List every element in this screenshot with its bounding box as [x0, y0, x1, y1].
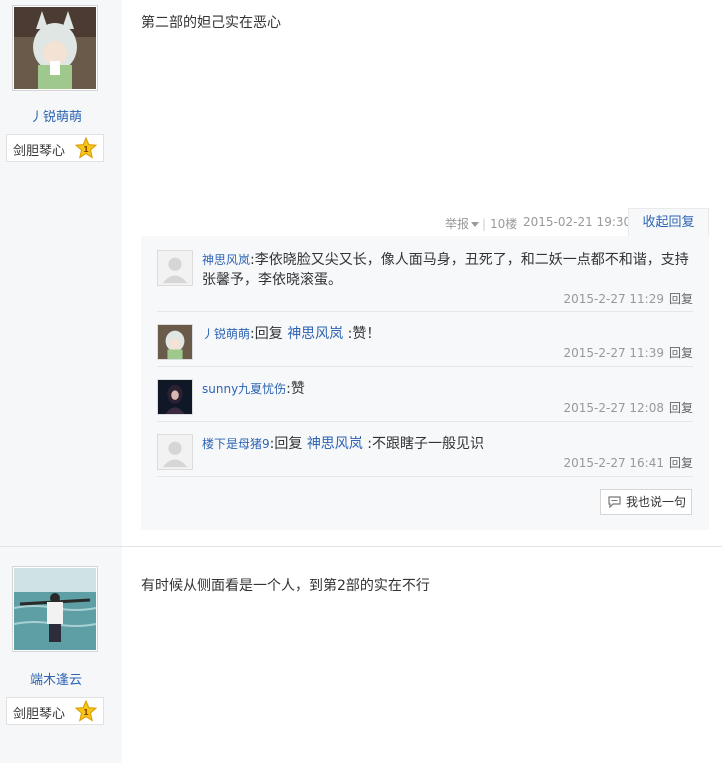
post-floor-10: 丿锐萌萌 剑胆琴心 1 第二部的妲己实在恶心 举报 | 10楼 2015-02-2… [0, 0, 722, 546]
badge-level: 1 [83, 708, 89, 717]
reply-divider [157, 476, 693, 477]
post-tail: 举报 | 10楼 2015-02-21 19:30 收起回复 [420, 208, 709, 236]
member-badge[interactable]: 剑胆琴心 1 [6, 697, 104, 725]
reply-body: sunny九夏忧伤:赞 [202, 381, 305, 397]
post-content: 有时候从侧面看是一个人，到第2部的实在不行 [141, 578, 430, 594]
reply-button[interactable]: 回复 [669, 456, 693, 470]
reply-body: 楼下是母猪9:回复 神思风岚 :不跟瞎子一般见识 [202, 436, 484, 452]
reply-text: 李依晓脸又尖又长，像人面马身，丑死了，和二妖一点都不和谐，支持张馨予，李依晓滚蛋… [202, 252, 689, 288]
reply-time: 2015-2-27 12:08 [563, 401, 664, 415]
reply-time: 2015-2-27 16:41 [563, 456, 664, 470]
member-badge[interactable]: 剑胆琴心 1 [6, 134, 104, 162]
post-time: 2015-02-21 19:30 [523, 215, 632, 229]
reply-prefix: 回复 [254, 326, 283, 342]
post-content: 第二部的妲己实在恶心 [141, 15, 281, 31]
reply-time: 2015-2-27 11:39 [563, 346, 664, 360]
reply-text: :赞！ [347, 326, 381, 342]
reply-user[interactable]: sunny九夏忧伤 [202, 382, 286, 396]
anime-avatar-image [14, 7, 96, 89]
author-name[interactable]: 丿锐萌萌 [0, 106, 112, 125]
star-level-icon: 1 [75, 137, 97, 159]
post-floor-11: 端木逢云 剑胆琴心 1 有时候从侧面看是一个人，到第2部的实在不行 [0, 547, 722, 763]
reply-meta: 2015-2-27 11:29 回复 [563, 290, 693, 307]
reply-text: 赞 [290, 381, 305, 397]
default-avatar-icon[interactable] [157, 434, 193, 470]
badge-name: 剑胆琴心 [13, 144, 66, 159]
badge-name: 剑胆琴心 [13, 707, 66, 722]
reply-panel: 神思风岚:李依晓脸又尖又长，像人面马身，丑死了，和二妖一点都不和谐，支持张馨予，… [141, 236, 709, 530]
add-comment-label: 我也说一句 [626, 495, 687, 509]
reply-time: 2015-2-27 11:29 [563, 292, 664, 306]
reply-ref-user[interactable]: 神思风岚 [307, 436, 363, 452]
reply-divider [157, 311, 693, 312]
reply-user[interactable]: 神思风岚 [202, 253, 250, 267]
reply-meta: 2015-2-27 12:08 回复 [563, 399, 693, 416]
comment-icon [608, 496, 621, 508]
badge-level: 1 [83, 145, 89, 154]
floor-number: 10楼 [490, 217, 518, 231]
reply-divider [157, 421, 693, 422]
reply-button[interactable]: 回复 [669, 292, 693, 306]
reply-meta: 2015-2-27 11:39 回复 [563, 344, 693, 361]
reply-user[interactable]: 丿锐萌萌 [202, 327, 250, 341]
add-comment-button[interactable]: 我也说一句 [600, 489, 692, 515]
author-sidebar: 端木逢云 剑胆琴心 1 [0, 547, 122, 763]
author-avatar[interactable] [12, 5, 98, 91]
star-level-icon: 1 [75, 700, 97, 722]
reply-item: sunny九夏忧伤:赞 2015-2-27 12:08 回复 [157, 379, 693, 422]
reply-body: 神思风岚:李依晓脸又尖又长，像人面马身，丑死了，和二妖一点都不和谐，支持张馨予，… [202, 252, 689, 288]
reply-item: 神思风岚:李依晓脸又尖又长，像人面马身，丑死了，和二妖一点都不和谐，支持张馨予，… [157, 250, 693, 312]
reply-user[interactable]: 楼下是母猪9 [202, 437, 270, 451]
reply-text: :不跟瞎子一般见识 [367, 436, 484, 452]
reply-item: 丿锐萌萌:回复 神思风岚 :赞！ 2015-2-27 11:39 回复 [157, 324, 693, 367]
reply-item: 楼下是母猪9:回复 神思风岚 :不跟瞎子一般见识 2015-2-27 16:41… [157, 434, 693, 477]
reply-button[interactable]: 回复 [669, 346, 693, 360]
default-avatar-icon[interactable] [157, 250, 193, 286]
reply-body: 丿锐萌萌:回复 神思风岚 :赞！ [202, 326, 381, 342]
reply-ref-user[interactable]: 神思风岚 [287, 326, 343, 342]
seaside-avatar-image [13, 568, 97, 650]
author-name[interactable]: 端木逢云 [0, 669, 112, 688]
author-sidebar: 丿锐萌萌 剑胆琴心 1 [0, 0, 122, 546]
reply-prefix: 回复 [274, 436, 303, 452]
author-avatar[interactable] [12, 566, 98, 652]
reply-divider [157, 366, 693, 367]
reply-avatar[interactable] [157, 379, 193, 415]
reply-avatar[interactable] [157, 324, 193, 360]
collapse-replies-button[interactable]: 收起回复 [628, 208, 709, 236]
report-link[interactable]: 举报 | [445, 215, 486, 232]
dropdown-caret-icon [471, 222, 480, 227]
reply-button[interactable]: 回复 [669, 401, 693, 415]
reply-meta: 2015-2-27 16:41 回复 [563, 454, 693, 471]
